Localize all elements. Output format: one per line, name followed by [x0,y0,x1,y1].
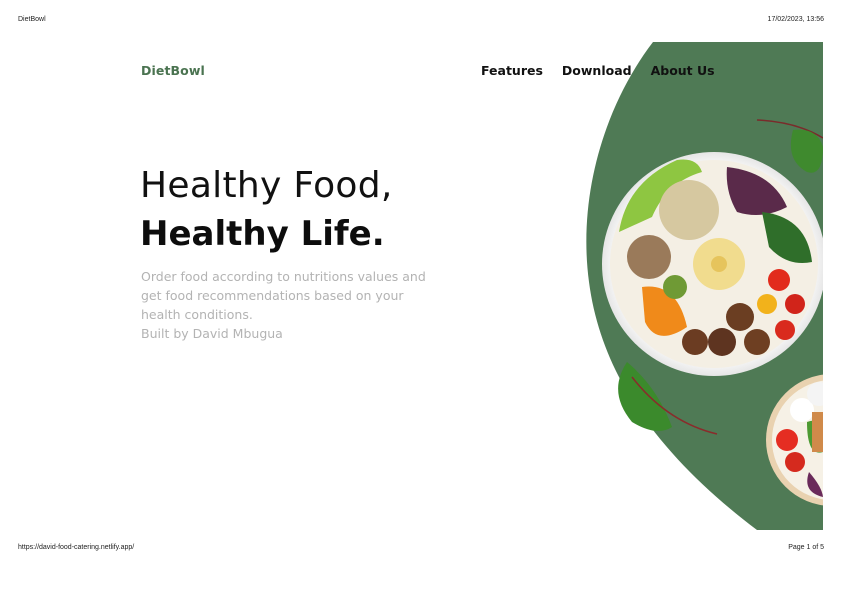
hero-description: Order food according to nutritions value… [141,269,426,322]
hero-credit: Built by David Mbugua [141,326,283,341]
print-footer-page: Page 1 of 5 [788,544,824,551]
page-content: DietBowl Features Download About Us Heal… [17,42,823,530]
brand-logo[interactable]: DietBowl [141,63,205,78]
hero-title-line1: Healthy Food, [140,165,393,206]
main-nav: Features Download About Us [481,63,715,78]
nav-download[interactable]: Download [562,63,632,78]
print-footer-url: https://david-food-catering.netlify.app/ [18,544,135,551]
hero-illustration [557,42,823,530]
print-header-datetime: 17/02/2023, 13:56 [767,16,824,23]
print-header-title: DietBowl [18,16,46,23]
hero-title-line2: Healthy Life. [140,214,385,254]
hero-art-svg [586,42,823,530]
nav-features[interactable]: Features [481,63,543,78]
nav-about-us[interactable]: About Us [651,63,715,78]
main-bowl [602,152,823,376]
